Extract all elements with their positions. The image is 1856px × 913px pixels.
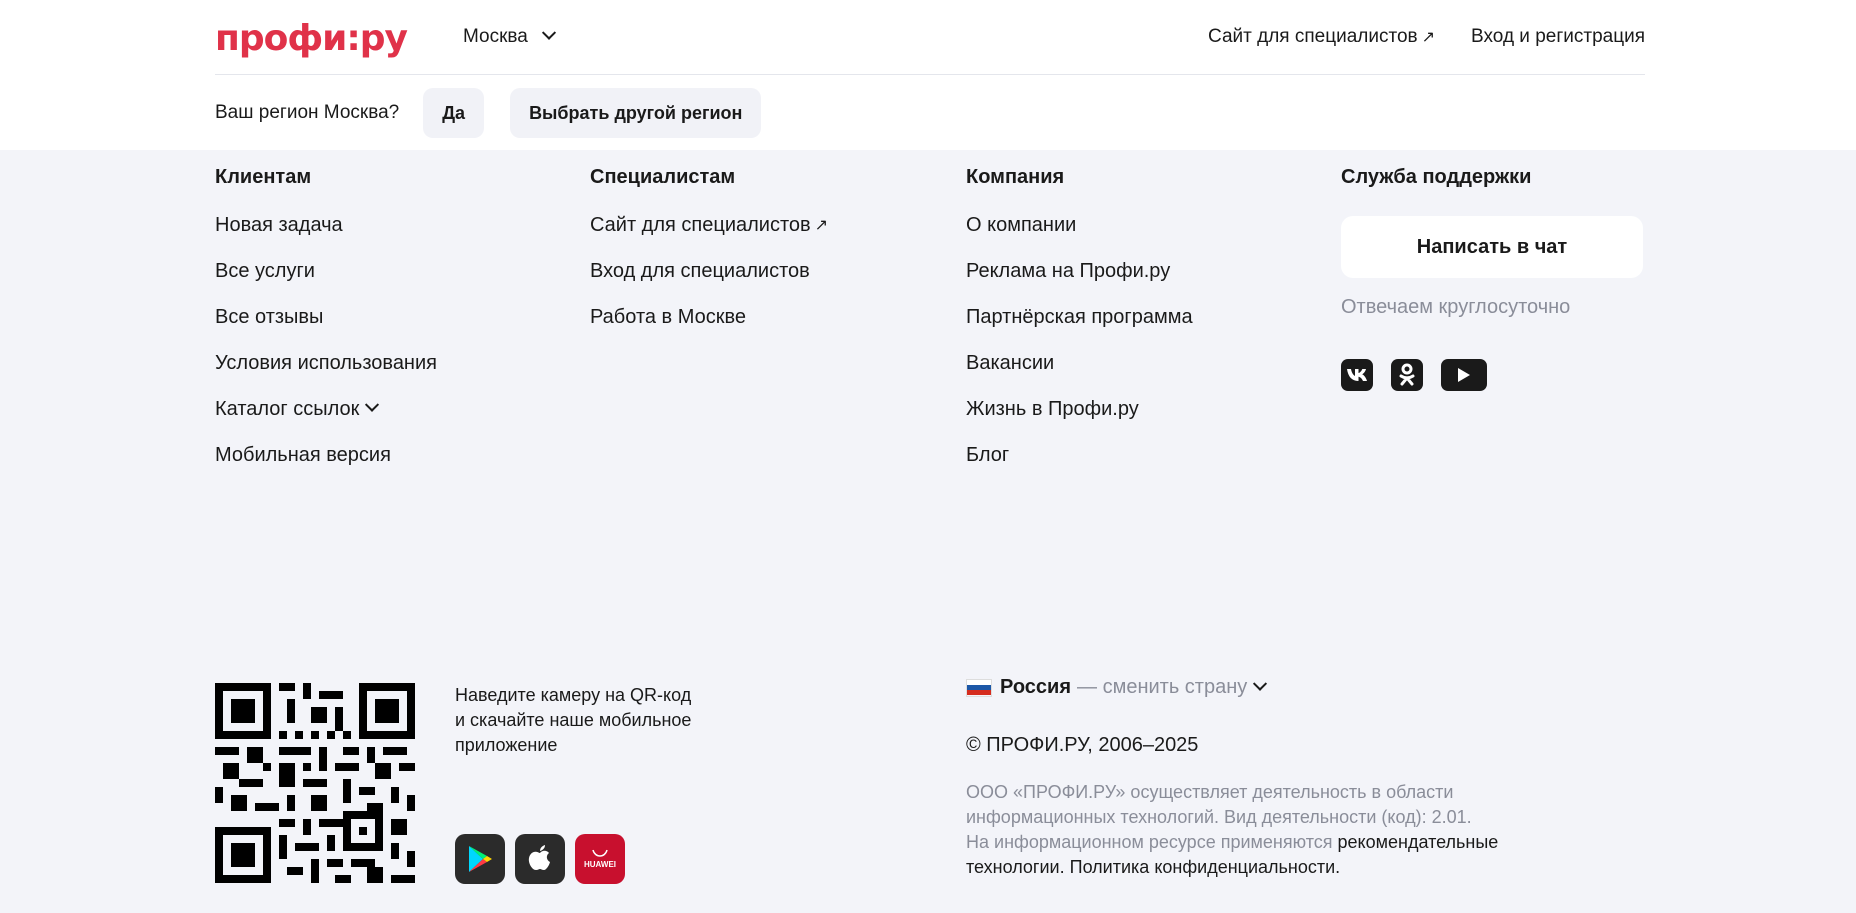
recommendation-tech-link[interactable]: технологии. [966, 857, 1065, 877]
legal-line-text: На информационном ресурсе применяются [966, 832, 1333, 852]
specialists-link-site[interactable]: Сайт для специалистов ↗ [590, 212, 828, 238]
country-name: Россия [1000, 676, 1072, 698]
company-link-blog[interactable]: Блог [966, 442, 1193, 468]
copyright: © ПРОФИ.РУ, 2006–2025 [966, 734, 1199, 756]
region-other-button[interactable]: Выбрать другой регион [510, 88, 762, 138]
company-title: Компания [966, 166, 1065, 188]
external-link-icon: ↗ [1421, 29, 1436, 46]
qr-text-line: Наведите камеру на QR-код [455, 685, 692, 705]
huawei-label: HUAWEI [584, 860, 616, 869]
legal-line: технологии. Политика конфиденциальности. [966, 855, 1566, 880]
app-store-links: HUAWEI [455, 834, 625, 884]
qr-text-line: и скачайте наше мобильное [455, 710, 692, 730]
clients-column: Клиентам Новая задача Все услуги Все отз… [215, 166, 437, 468]
chevron-down-icon [365, 397, 380, 412]
company-link-ads[interactable]: Реклама на Профи.ру [966, 258, 1193, 284]
header: профи:ру Москва Сайт для специалистов ↗ В… [215, 0, 1645, 75]
specialists-column: Специалистам Сайт для специалистов ↗ Вхо… [590, 166, 828, 330]
youtube-icon[interactable] [1441, 359, 1487, 391]
clients-link-terms[interactable]: Условия использования [215, 350, 437, 376]
catalog-label: Каталог ссылок [215, 397, 360, 420]
company-link-partners[interactable]: Партнёрская программа [966, 304, 1193, 330]
chevron-down-icon [541, 25, 556, 40]
city-selector[interactable]: Москва [463, 25, 556, 48]
qr-code [215, 683, 415, 883]
support-column: Служба поддержки Написать в чат Отвечаем… [1341, 166, 1643, 391]
specialists-title: Специалистам [590, 166, 736, 188]
change-country-label: — сменить страну [1077, 676, 1248, 698]
region-question: Ваш регион Москва? [215, 102, 400, 123]
chevron-down-icon [1253, 676, 1268, 691]
recommendation-tech-link[interactable]: рекомендательные [1338, 832, 1499, 852]
russia-flag-icon [966, 678, 992, 697]
bag-handle-icon [592, 849, 608, 857]
login-link[interactable]: Вход и регистрация [1471, 26, 1645, 48]
specialists-site-label: Сайт для специалистов [1208, 26, 1418, 47]
clients-link-all-services[interactable]: Все услуги [215, 258, 437, 284]
specialists-site-label: Сайт для специалистов [590, 213, 811, 236]
region-confirm-bar: Ваш регион Москва? Да Выбрать другой рег… [215, 88, 787, 138]
support-title: Служба поддержки [1341, 166, 1532, 188]
specialists-site-link[interactable]: Сайт для специалистов ↗ [1208, 26, 1435, 48]
clients-link-new-task[interactable]: Новая задача [215, 212, 437, 238]
company-column: Компания О компании Реклама на Профи.ру … [966, 166, 1193, 468]
external-link-icon: ↗ [814, 217, 829, 234]
write-to-chat-button[interactable]: Написать в чат [1341, 216, 1643, 278]
legal-text: ООО «ПРОФИ.РУ» осуществляет деятельность… [966, 780, 1566, 880]
top-bar: профи:ру Москва Сайт для специалистов ↗ В… [0, 0, 1856, 150]
logo[interactable]: профи:ру [215, 17, 408, 59]
legal-line: На информационном ресурсе применяются ре… [966, 830, 1566, 855]
logo-text: профи:ру [215, 17, 408, 59]
clients-link-mobile[interactable]: Мобильная версия [215, 442, 437, 468]
apple-icon[interactable] [515, 834, 565, 884]
country-selector[interactable]: Россия — сменить страну [966, 676, 1268, 699]
city-label: Москва [463, 26, 528, 47]
legal-line: информационных технологий. Вид деятельно… [966, 807, 1472, 827]
huawei-appgallery-icon[interactable]: HUAWEI [575, 834, 625, 884]
company-link-vacancies[interactable]: Вакансии [966, 350, 1193, 376]
specialists-link-login[interactable]: Вход для специалистов [590, 258, 828, 284]
legal-line: ООО «ПРОФИ.РУ» осуществляет деятельность… [966, 782, 1454, 802]
qr-text-line: приложение [455, 735, 558, 755]
privacy-policy-link[interactable]: Политика конфиденциальности. [1070, 857, 1341, 877]
google-play-icon[interactable] [455, 834, 505, 884]
header-links: Сайт для специалистов ↗ Вход и регистраци… [1208, 26, 1645, 48]
clients-link-all-reviews[interactable]: Все отзывы [215, 304, 437, 330]
vk-icon[interactable] [1341, 359, 1373, 391]
region-yes-button[interactable]: Да [423, 88, 485, 138]
specialists-link-jobs[interactable]: Работа в Москве [590, 304, 828, 330]
ok-icon[interactable] [1391, 359, 1423, 391]
clients-link-catalog[interactable]: Каталог ссылок [215, 396, 437, 422]
company-link-about[interactable]: О компании [966, 212, 1193, 238]
qr-instructions: Наведите камеру на QR-код и скачайте наш… [455, 683, 735, 758]
support-hours-note: Отвечаем круглосуточно [1341, 296, 1571, 318]
clients-title: Клиентам [215, 166, 312, 188]
social-links [1341, 359, 1643, 391]
company-link-life[interactable]: Жизнь в Профи.ру [966, 396, 1193, 422]
